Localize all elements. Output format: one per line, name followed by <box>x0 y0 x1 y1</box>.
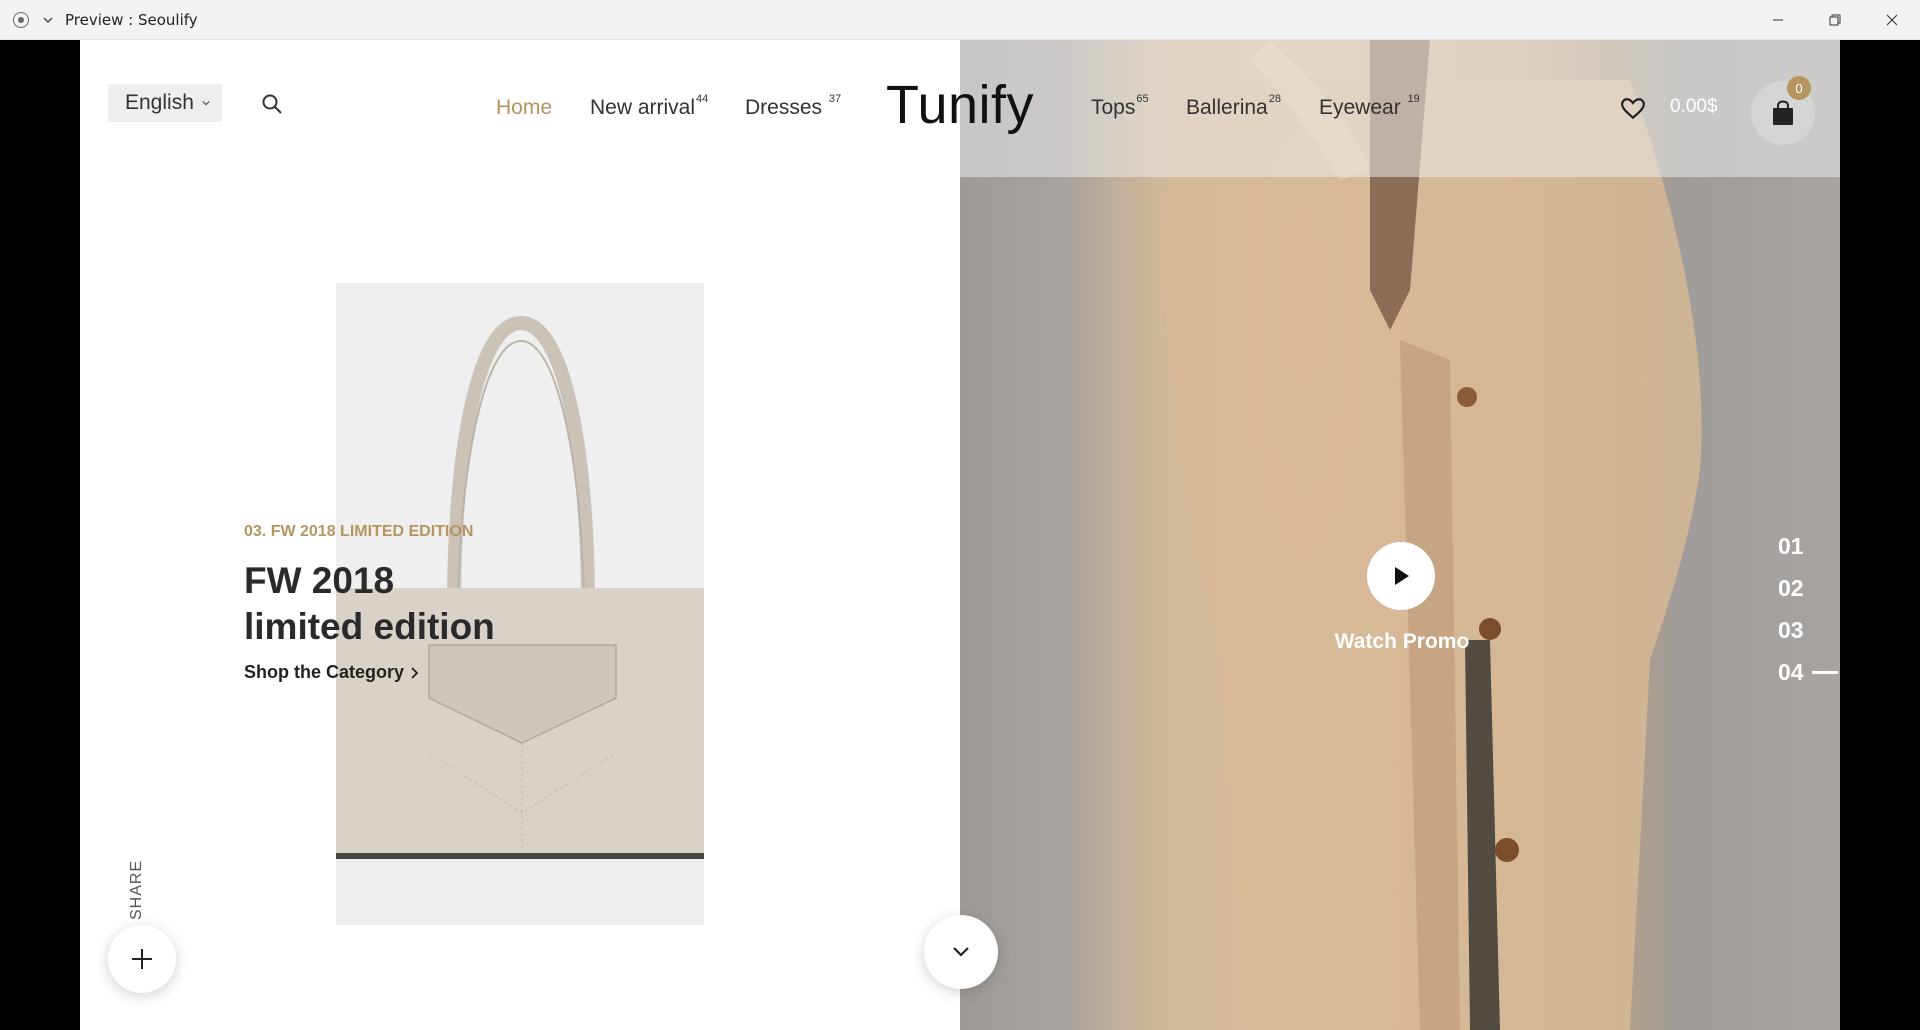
heart-icon[interactable] <box>1620 96 1646 122</box>
slide-number-03[interactable]: 03 <box>1778 609 1838 651</box>
plus-icon <box>132 949 152 969</box>
slide-number-02[interactable]: 02 <box>1778 567 1838 609</box>
page: English Home New arrival44 Dresses 37 Tu… <box>80 40 1840 1030</box>
slide-headline: FW 2018 limited edition <box>244 558 495 650</box>
cart-total[interactable]: 0.00$ <box>1670 96 1718 118</box>
close-button[interactable] <box>1863 0 1920 40</box>
headline-line-1: FW 2018 <box>244 560 395 601</box>
chevron-down-icon[interactable] <box>43 15 53 25</box>
restore-button[interactable] <box>1806 0 1863 40</box>
slide-number-01[interactable]: 01 <box>1778 525 1838 567</box>
language-selector[interactable]: English <box>108 84 222 122</box>
minimize-icon <box>1772 19 1783 21</box>
scroll-down-button[interactable] <box>924 915 998 989</box>
nav-ballerina[interactable]: Ballerina28 <box>1186 93 1281 120</box>
hero-image <box>960 40 1840 1030</box>
share-label[interactable]: SHARE <box>128 860 146 920</box>
play-promo-button[interactable] <box>1367 542 1435 610</box>
share-toggle-button[interactable] <box>108 925 176 993</box>
nav-tops[interactable]: Tops65 <box>1091 93 1149 120</box>
headline-line-2: limited edition <box>244 606 495 647</box>
shopping-bag-icon <box>1773 100 1793 125</box>
chevron-down-icon <box>202 100 210 106</box>
close-icon <box>1886 14 1897 26</box>
shop-category-label: Shop the Category <box>244 662 405 682</box>
search-icon[interactable] <box>260 92 284 116</box>
shop-category-link[interactable]: Shop the Category <box>244 662 419 683</box>
minimize-button[interactable] <box>1749 0 1806 40</box>
slide-number-04[interactable]: 04 <box>1778 651 1838 693</box>
nav-eyewear[interactable]: Eyewear 19 <box>1319 93 1420 120</box>
nav-new-arrival[interactable]: New arrival44 <box>590 93 708 120</box>
nav-home[interactable]: Home <box>496 96 552 120</box>
cardigan-illustration <box>1163 40 1702 1030</box>
language-label: English <box>125 91 194 114</box>
chevron-down-icon <box>953 947 969 957</box>
site-logo[interactable]: Tunify <box>886 74 1034 136</box>
window-titlebar: Preview : Seoulify <box>0 0 1920 40</box>
slide-pagination: 01 02 03 04 <box>1778 525 1838 693</box>
cart-count-badge: 0 <box>1787 76 1811 100</box>
window-title: Preview : Seoulify <box>65 10 198 29</box>
slide-eyebrow: 03. FW 2018 LIMITED EDITION <box>244 523 474 540</box>
chevron-right-icon <box>411 666 419 679</box>
play-icon <box>1395 567 1409 585</box>
app-icon <box>13 11 29 28</box>
nav-dresses[interactable]: Dresses 37 <box>745 93 841 120</box>
watch-promo-label[interactable]: Watch Promo <box>1332 630 1472 654</box>
active-slide-indicator <box>1811 670 1838 674</box>
restore-icon <box>1829 14 1840 26</box>
